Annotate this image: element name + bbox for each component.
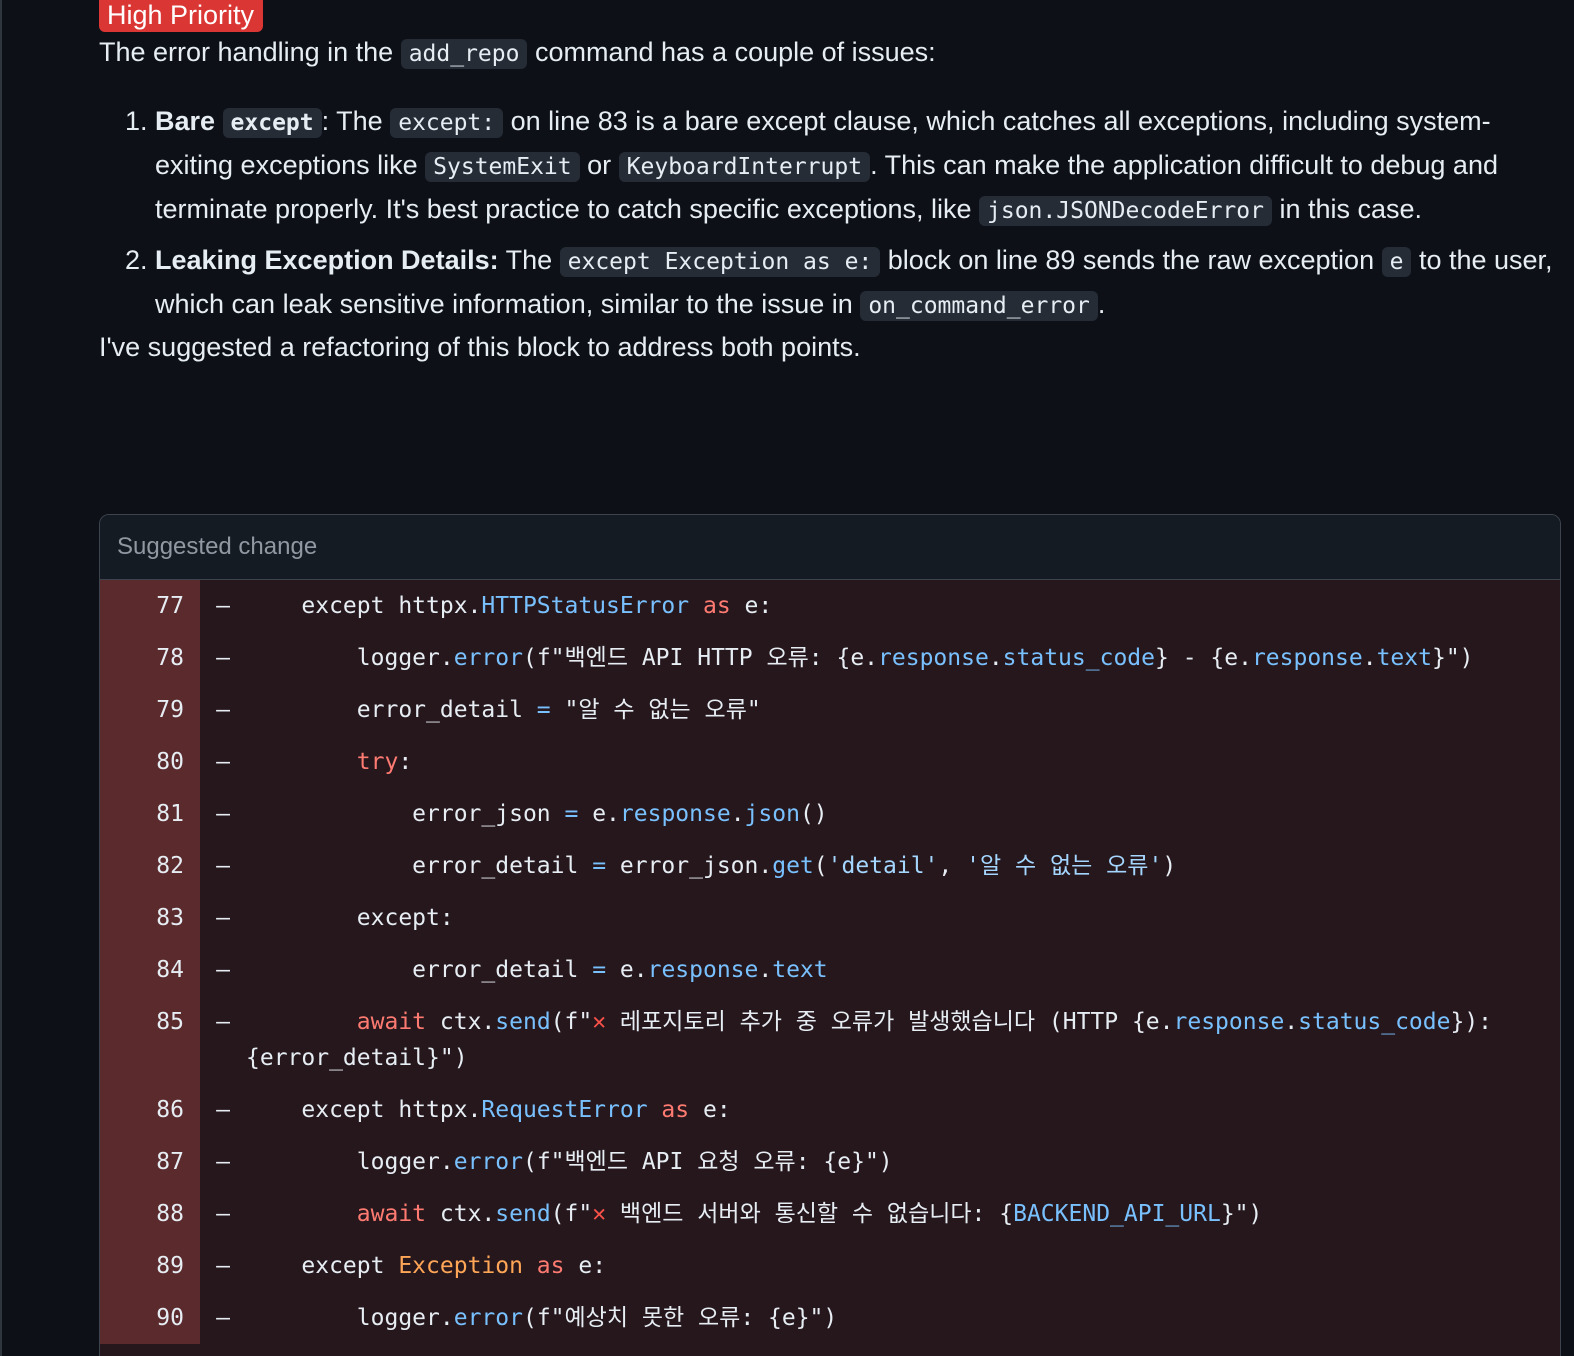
suggested-change-header: Suggested change	[100, 515, 1560, 580]
review-comment-body: High Priority The error handling in the …	[99, 0, 1561, 367]
diff-line: 84 – error_detail = e.response.text	[100, 944, 1560, 996]
inline-code: except:	[390, 108, 504, 138]
diff-line: 82 – error_detail = error_json.get('deta…	[100, 840, 1560, 892]
intro-paragraph: The error handling in the add_repo comma…	[99, 37, 936, 69]
inline-code: SystemExit	[425, 152, 580, 182]
inline-code: except	[222, 108, 322, 138]
removed-marker: –	[216, 957, 230, 983]
inline-code: add_repo	[400, 39, 528, 69]
line-number[interactable]: 90	[100, 1292, 200, 1344]
removed-marker: –	[216, 593, 230, 619]
issues-list: Bare except: The except: on line 83 is a…	[99, 100, 1561, 327]
diff-line: 89 – except Exception as e:	[100, 1240, 1560, 1292]
diff-view[interactable]: 77 – except httpx.HTTPStatusError as e: …	[100, 580, 1560, 1356]
line-number[interactable]: 78	[100, 632, 200, 684]
code-line: error_detail = e.response.text	[246, 957, 828, 983]
removed-marker: –	[216, 1253, 230, 1279]
inline-code: e	[1381, 247, 1412, 277]
closing-paragraph: I've suggested a refactoring of this blo…	[99, 332, 861, 362]
diff-line: 81 – error_json = e.response.json()	[100, 788, 1560, 840]
removed-marker: –	[216, 1149, 230, 1175]
suggested-change-box: Suggested change 77 – except httpx.HTTPS…	[99, 514, 1561, 1356]
code-line: logger.error(f"예상치 못한 오류: {e}")	[246, 1305, 838, 1331]
code-line: error_json = e.response.json()	[246, 801, 828, 827]
code-line: logger.error(f"백엔드 API HTTP 오류: {e.respo…	[246, 645, 1474, 671]
removed-marker: –	[216, 1009, 230, 1035]
line-number[interactable]: 79	[100, 684, 200, 736]
priority-badge: High Priority	[99, 0, 264, 32]
line-number[interactable]: 80	[100, 736, 200, 788]
line-number[interactable]: 84	[100, 944, 200, 996]
code-line: except httpx.RequestError as e:	[246, 1097, 731, 1123]
line-number[interactable]: 81	[100, 788, 200, 840]
code-line: await ctx.send(f"✕ 레포지토리 추가 중 오류가 발생했습니다…	[246, 1009, 1506, 1071]
inline-code: except Exception as e:	[559, 247, 881, 277]
line-number[interactable]: 82	[100, 840, 200, 892]
line-number[interactable]: 85	[100, 996, 200, 1084]
code-line: logger.error(f"백엔드 API 요청 오류: {e}")	[246, 1149, 893, 1175]
diff-line: 88 – await ctx.send(f"✕ 백엔드 서버와 통신할 수 없습…	[100, 1188, 1560, 1240]
line-number[interactable]: 87	[100, 1136, 200, 1188]
removed-marker: –	[216, 1201, 230, 1227]
removed-marker: –	[216, 1097, 230, 1123]
code-line: error_detail = error_json.get('detail', …	[246, 853, 1177, 879]
removed-marker: –	[216, 645, 230, 671]
code-line: except:	[246, 905, 454, 931]
removed-marker: –	[216, 905, 230, 931]
diff-line: 87 – logger.error(f"백엔드 API 요청 오류: {e}")	[100, 1136, 1560, 1188]
code-line: try:	[356, 749, 413, 775]
thread-border	[0, 0, 2, 1356]
code-line: except httpx.HTTPStatusError as e:	[246, 593, 773, 619]
line-number[interactable]: 83	[100, 892, 200, 944]
code-line: await ctx.send(f"✕ 백엔드 서버와 통신할 수 없습니다: {…	[356, 1201, 1263, 1227]
removed-marker: –	[216, 801, 230, 827]
inline-code: on_command_error	[860, 291, 1098, 321]
diff-line: 80 – try:	[100, 736, 1560, 788]
diff-line: 79 – error_detail = "알 수 없는 오류"	[100, 684, 1560, 736]
diff-line: 90 – logger.error(f"예상치 못한 오류: {e}")	[100, 1292, 1560, 1344]
removed-marker: –	[216, 697, 230, 723]
code-line: error_detail = "알 수 없는 오류"	[246, 697, 761, 723]
inline-code: json.JSONDecodeError	[979, 196, 1272, 226]
diff-line: 83 – except:	[100, 892, 1560, 944]
line-number[interactable]: 86	[100, 1084, 200, 1136]
inline-code: KeyboardInterrupt	[618, 152, 871, 182]
diff-line: 77 – except httpx.HTTPStatusError as e:	[100, 580, 1560, 632]
removed-marker: –	[216, 1305, 230, 1331]
list-item: Bare except: The except: on line 83 is a…	[155, 100, 1561, 232]
removed-marker: –	[216, 853, 230, 879]
cross-mark-icon: ✕	[592, 1009, 607, 1035]
diff-line: 86 – except httpx.RequestError as e:	[100, 1084, 1560, 1136]
line-number[interactable]: 89	[100, 1240, 200, 1292]
diff-line: 78 – logger.error(f"백엔드 API HTTP 오류: {e.…	[100, 632, 1560, 684]
diff-line: 85 – await ctx.send(f"✕ 레포지토리 추가 중 오류가 발…	[100, 996, 1560, 1084]
list-item: Leaking Exception Details: The except Ex…	[155, 239, 1561, 327]
cross-mark-icon: ✕	[592, 1201, 607, 1227]
removed-marker: –	[216, 749, 230, 775]
line-number[interactable]: 88	[100, 1188, 200, 1240]
code-line: except Exception as e:	[246, 1253, 607, 1279]
line-number[interactable]: 77	[100, 580, 200, 632]
